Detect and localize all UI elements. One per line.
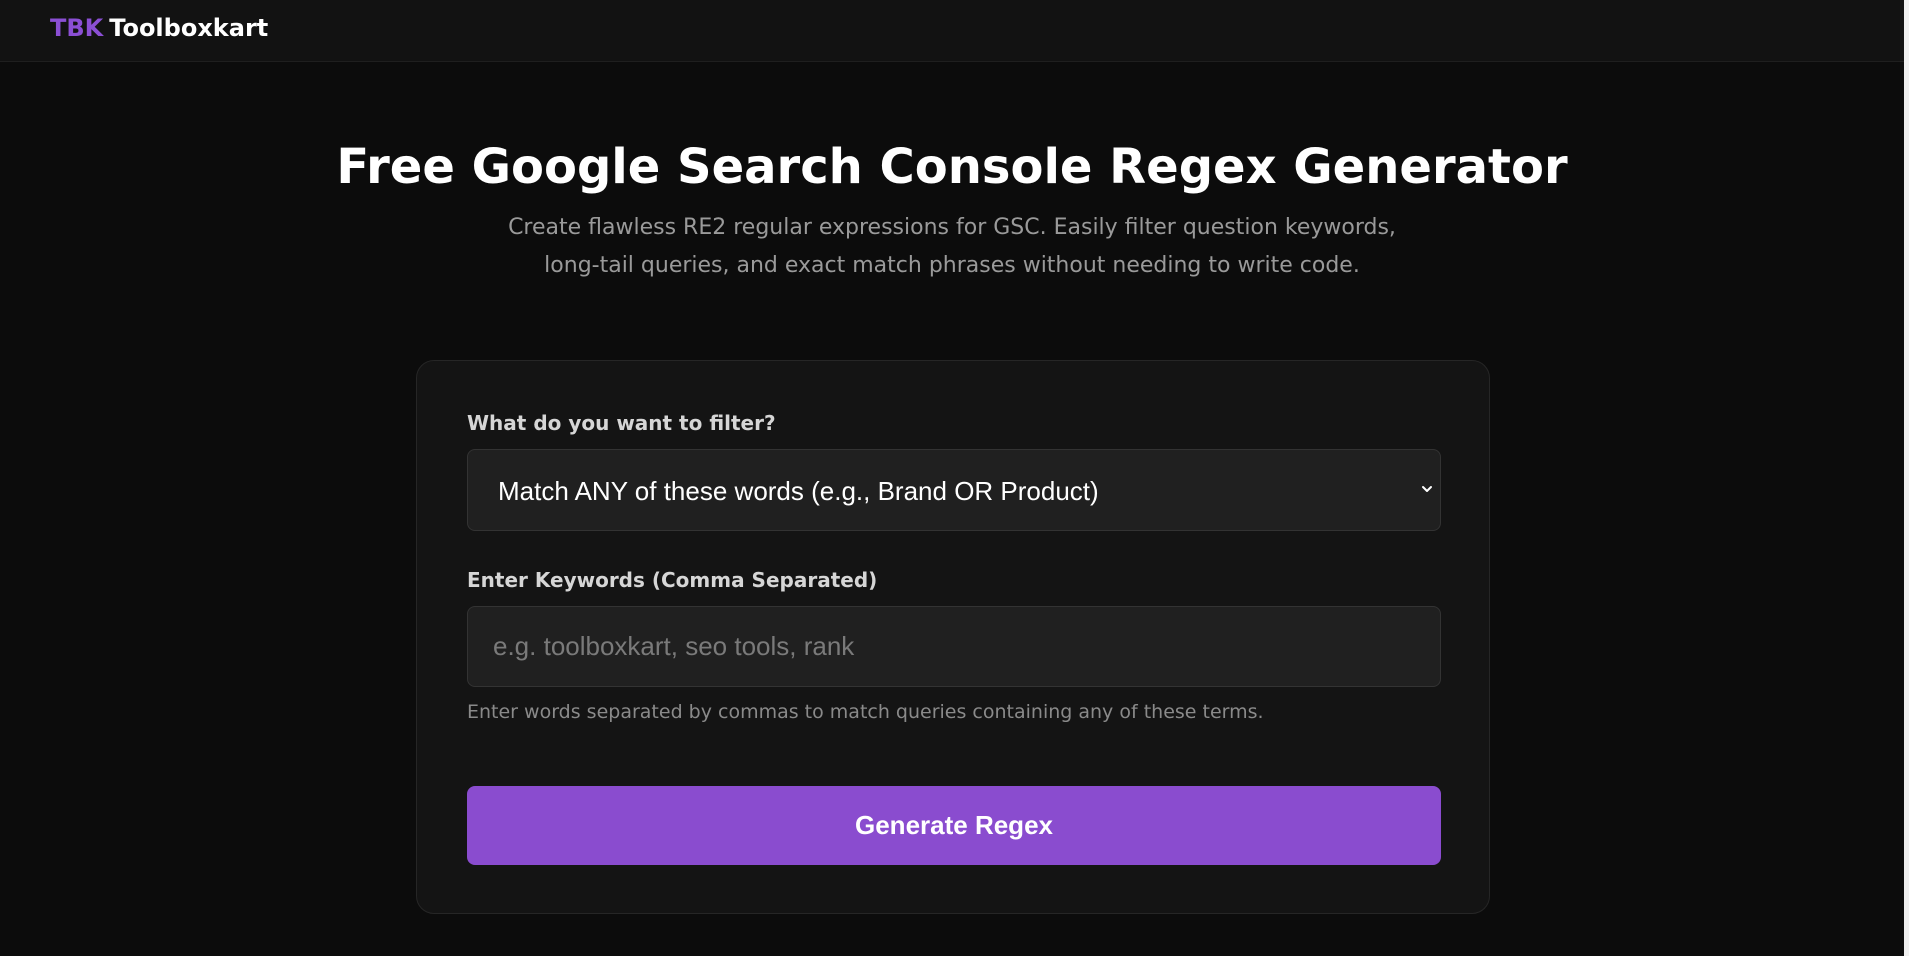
site-header: TBK Toolboxkart [0,0,1904,62]
browser-viewport: TBK Toolboxkart Free Google Search Consol… [0,0,1909,956]
filter-type-label: What do you want to filter? [467,411,776,435]
page: TBK Toolboxkart Free Google Search Consol… [0,0,1904,956]
page-title: Free Google Search Console Regex Generat… [336,139,1568,195]
regex-generator-card: What do you want to filter? Match ANY of… [416,360,1490,914]
keywords-help-text: Enter words separated by commas to match… [467,701,1264,723]
filter-type-select[interactable]: Match ANY of these words (e.g., Brand OR… [467,449,1441,531]
site-logo[interactable]: TBK Toolboxkart [50,13,268,43]
logo-text: Toolboxkart [109,14,269,42]
keywords-label: Enter Keywords (Comma Separated) [467,568,878,592]
generate-regex-button[interactable]: Generate Regex [467,786,1441,865]
keywords-input[interactable] [467,606,1441,687]
page-subtitle: Create flawless RE2 regular expressions … [508,215,1396,278]
page-scrollbar[interactable] [1904,0,1909,956]
chevron-down-icon [1422,486,1432,492]
logo-mark: TBK [50,14,104,42]
filter-type-selected-value: Match ANY of these words (e.g., Brand OR… [498,476,1099,506]
